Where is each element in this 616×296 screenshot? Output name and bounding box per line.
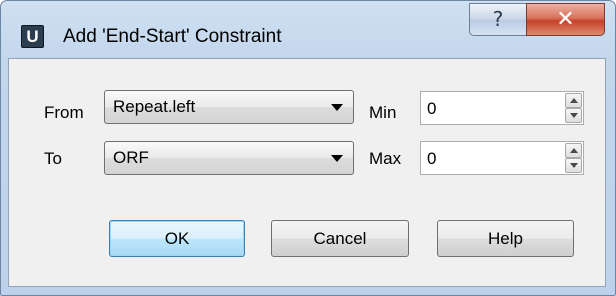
- chevron-down-icon[interactable]: [331, 155, 343, 162]
- to-label: To: [44, 149, 62, 168]
- min-label: Min: [369, 103, 397, 122]
- close-icon: ✕: [556, 7, 575, 32]
- title-bar[interactable]: U Add 'End-Start' Constraint ? ✕: [1, 1, 615, 59]
- min-increment-button[interactable]: [565, 93, 582, 108]
- from-label: From: [44, 103, 84, 122]
- min-decrement-button[interactable]: [565, 108, 582, 123]
- from-combobox-value: Repeat.left: [113, 97, 196, 116]
- chevron-down-icon[interactable]: [331, 104, 343, 111]
- ok-button[interactable]: OK: [109, 220, 245, 257]
- max-label: Max: [369, 149, 402, 168]
- app-icon: U: [21, 25, 44, 48]
- arrow-down-icon: [570, 163, 578, 168]
- titlebar-close-button[interactable]: ✕: [526, 3, 605, 36]
- min-spinbox-value: 0: [427, 99, 437, 118]
- max-spinbox-value: 0: [427, 149, 437, 168]
- question-icon: ?: [492, 7, 504, 31]
- arrow-down-icon: [570, 113, 578, 118]
- dialog-title: Add 'End-Start' Constraint: [63, 26, 282, 47]
- cancel-button[interactable]: Cancel: [271, 220, 409, 257]
- from-combobox[interactable]: Repeat.left: [104, 90, 354, 124]
- to-combobox[interactable]: ORF: [104, 141, 354, 175]
- arrow-up-icon: [570, 98, 578, 103]
- max-spinbox[interactable]: 0: [420, 141, 584, 175]
- min-spinbox[interactable]: 0: [420, 91, 584, 125]
- titlebar-help-button[interactable]: ?: [469, 3, 527, 36]
- max-increment-button[interactable]: [565, 143, 582, 158]
- help-button[interactable]: Help: [437, 220, 574, 257]
- max-decrement-button[interactable]: [565, 158, 582, 173]
- to-combobox-value: ORF: [113, 148, 149, 167]
- arrow-up-icon: [570, 148, 578, 153]
